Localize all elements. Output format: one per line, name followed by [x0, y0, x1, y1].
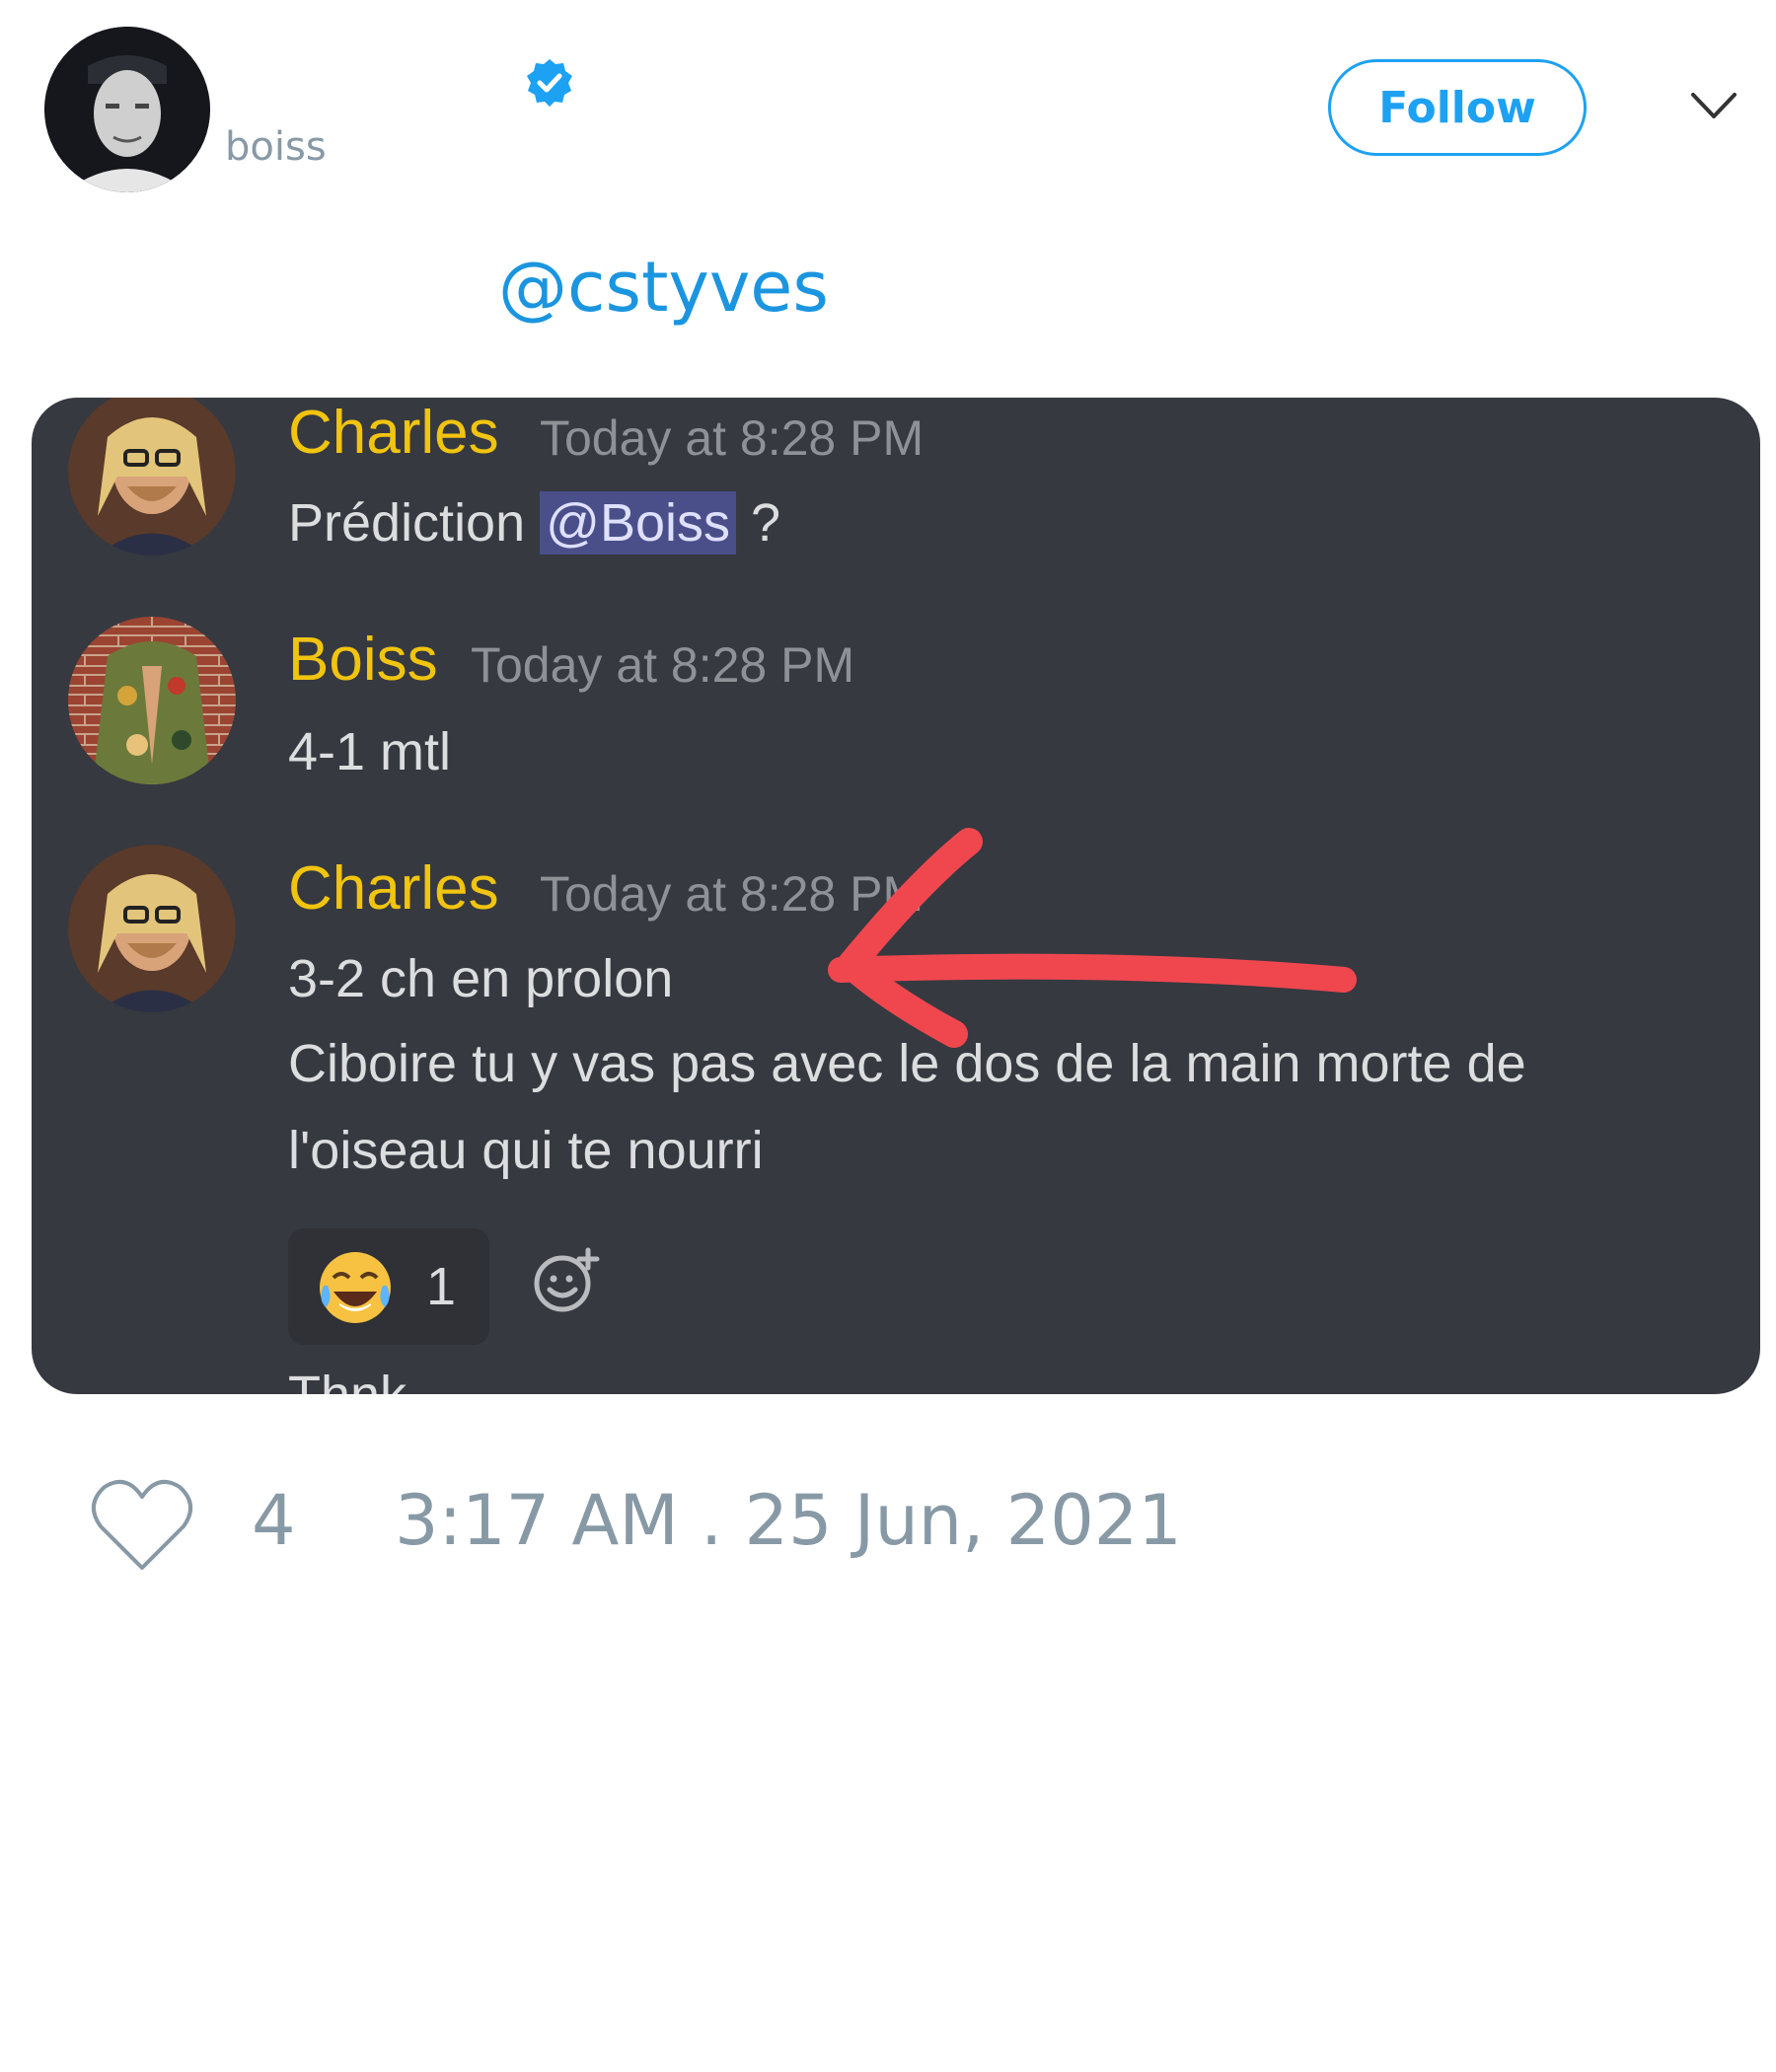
reaction-count: 1 [426, 1257, 457, 1316]
add-reaction-icon[interactable] [533, 1246, 602, 1315]
charles-avatar [68, 398, 236, 555]
boiss-avatar [68, 617, 236, 784]
follow-button[interactable]: Follow [1328, 59, 1587, 156]
message-text-part: Prédiction [288, 493, 541, 553]
message-text: Prédiction @Boiss ? [288, 491, 781, 555]
message-text-line: l'oiseau qui te nourri [288, 1121, 764, 1180]
profile-avatar[interactable] [44, 27, 210, 192]
message-text-part: ? [736, 493, 781, 553]
like-heart-icon[interactable] [89, 1475, 195, 1574]
avatar-image [44, 27, 210, 192]
user-handle[interactable]: boiss [225, 124, 327, 170]
message-timestamp: Today at 8:28 PM [540, 866, 925, 922]
tweet-timestamp[interactable]: 3:17 AM . 25 Jun, 2021 [395, 1480, 1182, 1561]
message-author: Boiss [288, 626, 438, 694]
laughing-tears-emoji-icon [320, 1252, 391, 1323]
like-count: 4 [252, 1480, 296, 1561]
charles-avatar [68, 845, 236, 1012]
tweet-media-image[interactable]: Charles Today at 8:28 PM Prédiction @Boi… [32, 398, 1760, 1394]
message-author: Charles [288, 399, 499, 467]
message-text: 4-1 mtl [288, 722, 452, 781]
message-timestamp: Today at 8:28 PM [471, 637, 855, 693]
cut-off-message-text: Thnk [288, 1365, 407, 1394]
message-text-line: 3-2 ch en prolon [288, 949, 674, 1008]
user-mention[interactable]: @Boiss [540, 491, 737, 555]
chevron-down-icon[interactable] [1689, 91, 1739, 120]
message-author: Charles [288, 854, 499, 923]
message-text-line: Ciboire tu y vas pas avec le dos de la m… [288, 1034, 1526, 1093]
tweet-text-mention[interactable]: @cstyves [498, 247, 829, 328]
message-timestamp: Today at 8:28 PM [540, 410, 925, 466]
reaction-pill[interactable]: 1 [288, 1228, 489, 1345]
verified-badge-icon [525, 57, 574, 107]
